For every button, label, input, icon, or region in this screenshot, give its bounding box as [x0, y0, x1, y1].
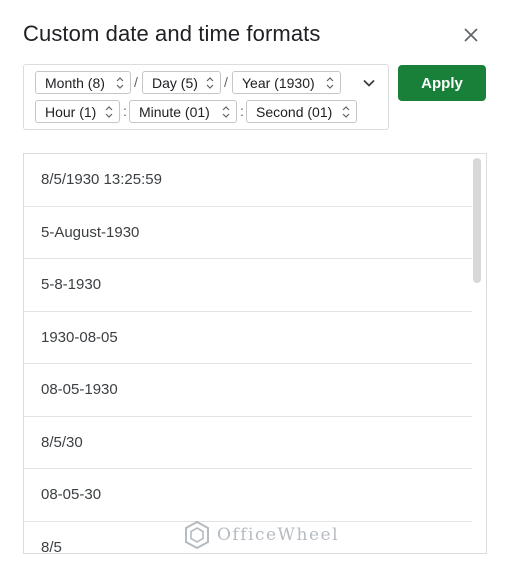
format-option[interactable]: 08-05-1930 [24, 364, 472, 417]
format-option[interactable]: 08-05-30 [24, 469, 472, 522]
up-down-arrows-icon [342, 106, 350, 118]
close-button[interactable] [458, 22, 484, 48]
second-chip-label: Second (01) [256, 103, 333, 120]
month-chip[interactable]: Month (8) [35, 71, 131, 94]
hour-chip[interactable]: Hour (1) [35, 100, 120, 123]
officewheel-logo-icon [185, 520, 209, 550]
list-scrollbar[interactable] [473, 158, 481, 283]
year-chip-label: Year (1930) [242, 74, 315, 91]
day-chip[interactable]: Day (5) [142, 71, 221, 94]
format-option[interactable]: 5-8-1930 [24, 259, 472, 312]
up-down-arrows-icon [116, 77, 124, 89]
hour-chip-label: Hour (1) [45, 103, 97, 120]
day-chip-label: Day (5) [152, 74, 198, 91]
month-chip-label: Month (8) [45, 74, 105, 91]
dialog-title: Custom date and time formats [23, 21, 321, 46]
format-list: 8/5/1930 13:25:59 5-August-1930 5-8-1930… [23, 153, 487, 554]
format-option[interactable]: 8/5/1930 13:25:59 [24, 154, 472, 207]
second-chip[interactable]: Second (01) [246, 100, 357, 123]
separator: / [134, 74, 138, 90]
watermark-text: OfficeWheel [217, 525, 340, 545]
separator: : [240, 103, 244, 119]
year-chip[interactable]: Year (1930) [232, 71, 341, 94]
format-option[interactable]: 1930-08-05 [24, 312, 472, 364]
up-down-arrows-icon [105, 106, 113, 118]
separator: : [123, 103, 127, 119]
watermark: OfficeWheel [183, 520, 339, 550]
up-down-arrows-icon [326, 77, 334, 89]
apply-button[interactable]: Apply [398, 65, 486, 101]
format-option[interactable]: 5-August-1930 [24, 207, 472, 259]
close-icon [464, 28, 478, 42]
minute-chip[interactable]: Minute (01) [129, 100, 237, 123]
minute-chip-label: Minute (01) [139, 103, 210, 120]
up-down-arrows-icon [222, 106, 230, 118]
separator: / [224, 74, 228, 90]
chevron-down-icon [363, 79, 375, 87]
custom-date-time-dialog: Custom date and time formats Month (8) /… [0, 0, 509, 576]
format-option[interactable]: 8/5/30 [24, 417, 472, 469]
up-down-arrows-icon [206, 77, 214, 89]
expand-formats-button[interactable] [358, 72, 380, 94]
